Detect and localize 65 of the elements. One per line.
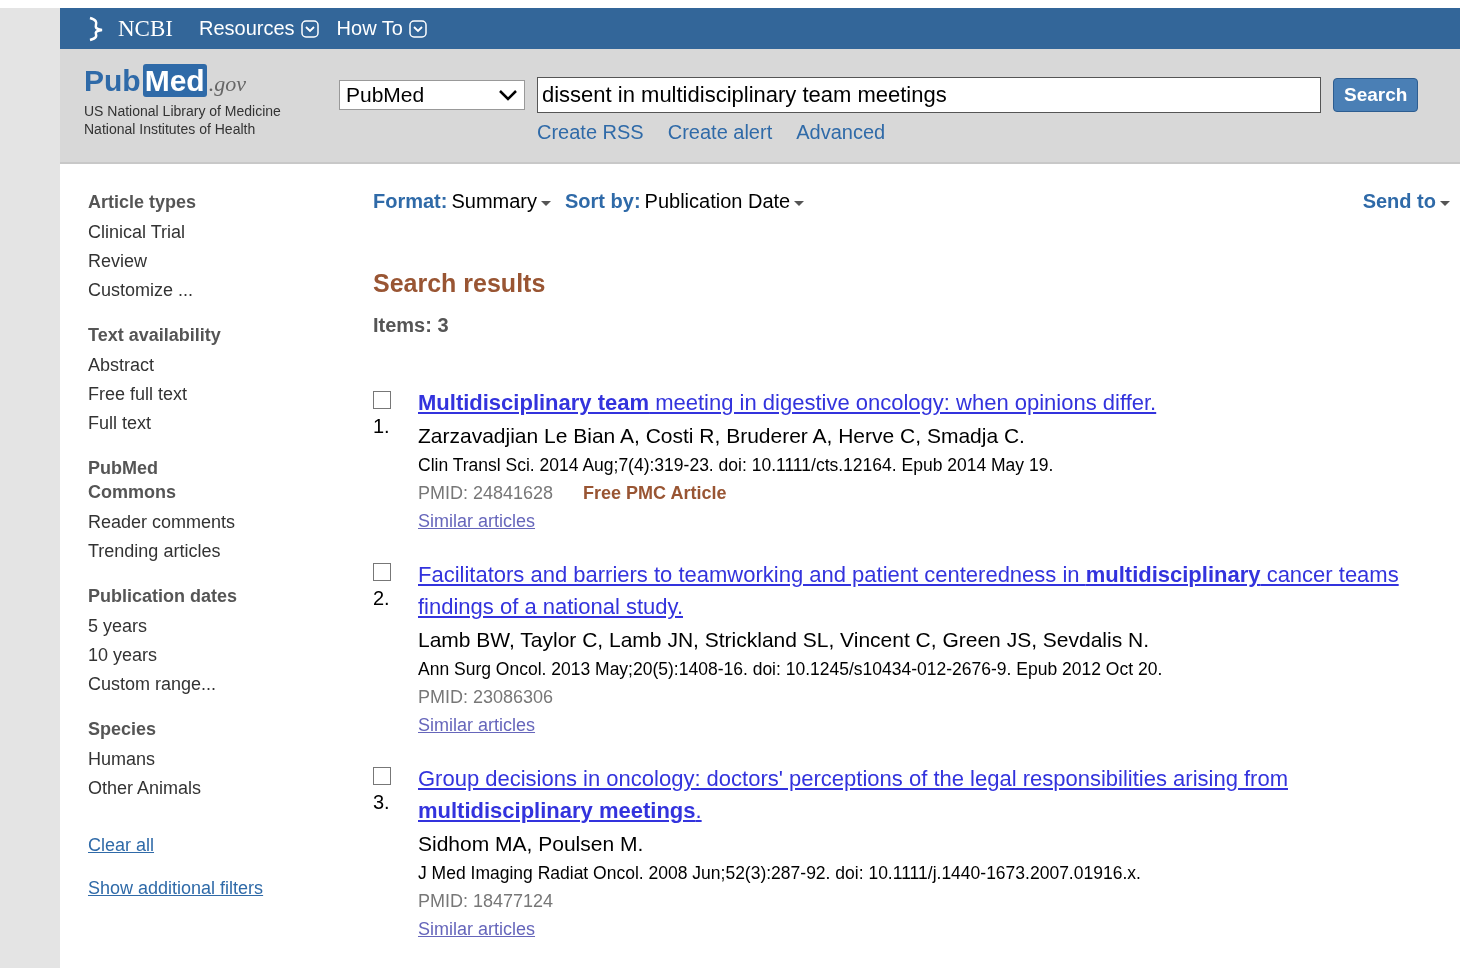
dropdown-icon [300,19,319,38]
filter-link[interactable]: Clinical Trial [88,218,186,247]
filter-heading: Article types [88,191,198,214]
result-number: 2. [373,587,390,610]
article-title-link[interactable]: Group decisions in oncology: doctors' perceptions of the legal responsibilities arising from multidisciplinary meetings. [418,763,1428,827]
filter-link[interactable]: 10 years [88,641,158,670]
ncbi-brand[interactable]: NCBI [118,15,173,42]
filter-heading: Text availability [88,324,222,347]
citation: J Med Imaging Radiat Oncol. 2008 Jun;52(3):287-92. doi: 10.1111/j.1440-1673.2007.01916.x. [418,862,1142,885]
header-menu[interactable]: Resources [198,17,319,40]
similar-articles-link[interactable]: Similar articles [418,919,536,939]
caret-icon [1440,201,1450,206]
author-list: Lamb BW, Taylor C, Lamb JN, Strickland SL, Vincent C, Green JS, Sevdalis N. [418,623,1460,657]
result-checkbox[interactable] [373,563,391,581]
citation: Ann Surg Oncol. 2013 May;20(5):1408-16. doi: 10.1245/s10434-012-2676-9. Epub 2012 Oct 20. [418,658,1164,681]
filter-link[interactable]: Abstract [88,351,155,380]
filter-link[interactable]: 5 years [88,612,148,641]
free-article-label: Free PMC Article [583,483,727,503]
caret-icon [541,201,552,206]
author-list: Sidhom MA, Poulsen M. [418,827,1460,861]
similar-articles-link[interactable]: Similar articles [418,511,536,531]
filter-action-link[interactable]: Clear all [88,835,155,856]
pmid: PMID: 24841628 [418,483,554,503]
filter-link[interactable]: Review [88,247,148,276]
filter-link[interactable]: Free full text [88,380,188,409]
pmid: PMID: 18477124 [418,891,554,911]
sort-dropdown[interactable]: Sort by: Publication Date [565,190,805,213]
result-number: 3. [373,791,390,814]
result-number: 1. [373,415,390,438]
agency-name: US National Library of Medicine [84,102,282,120]
filter-link[interactable]: Full text [88,409,152,438]
database-select[interactable]: PubMed [339,80,525,110]
result-checkbox[interactable] [373,391,391,409]
filter-heading: Publication dates [88,585,239,608]
filter-action-link[interactable]: Show additional filters [88,878,264,899]
citation: Clin Transl Sci. 2014 Aug;7(4):319-23. doi: 10.1111/cts.12164. Epub 2014 May 19. [418,454,1055,477]
author-list: Zarzavadjian Le Bian A, Costi R, Bruderer A, Herve C, Smadja C. [418,419,1460,453]
agency-name: National Institutes of Health [84,120,257,138]
search-option-link[interactable]: Advanced [796,121,886,144]
pmid: PMID: 23086306 [418,687,554,707]
filter-link[interactable]: Trending articles [88,537,221,566]
search-field[interactable]: dissent in multidisciplinary team meetings [537,77,1321,113]
search-option-link[interactable]: Create alert [667,121,773,144]
filter-link[interactable]: Customize ... [88,276,194,305]
search-option-link[interactable]: Create RSS [537,121,644,144]
format-dropdown[interactable]: Format: Summary [373,190,552,213]
search-button[interactable]: Search [1333,78,1419,112]
filter-heading: PubMed Commons [88,457,177,504]
send-to-dropdown[interactable]: Send to [1362,190,1450,213]
similar-articles-link[interactable]: Similar articles [418,715,536,735]
article-title-link[interactable]: Facilitators and barriers to teamworking and patient centeredness in multidisciplinary cancer teams findings of a national study. [418,559,1428,623]
result-count: Items: 3 [373,314,450,337]
filter-link[interactable]: Humans [88,745,156,774]
dropdown-icon [408,19,427,38]
result-checkbox[interactable] [373,767,391,785]
caret-icon [794,201,805,206]
article-title-link[interactable]: Multidisciplinary team meeting in digestive oncology: when opinions differ. [418,387,1428,419]
filter-heading: Species [88,718,158,741]
pubmed-logo[interactable]: PubMed.gov [84,63,246,102]
header-menu[interactable]: How To [336,17,427,40]
filter-link[interactable]: Reader comments [88,508,236,537]
results-heading: Search results [373,269,547,298]
filter-link[interactable]: Custom range... [88,670,217,699]
filter-link[interactable]: Other Animals [88,774,202,803]
chevron-icon [498,89,518,101]
